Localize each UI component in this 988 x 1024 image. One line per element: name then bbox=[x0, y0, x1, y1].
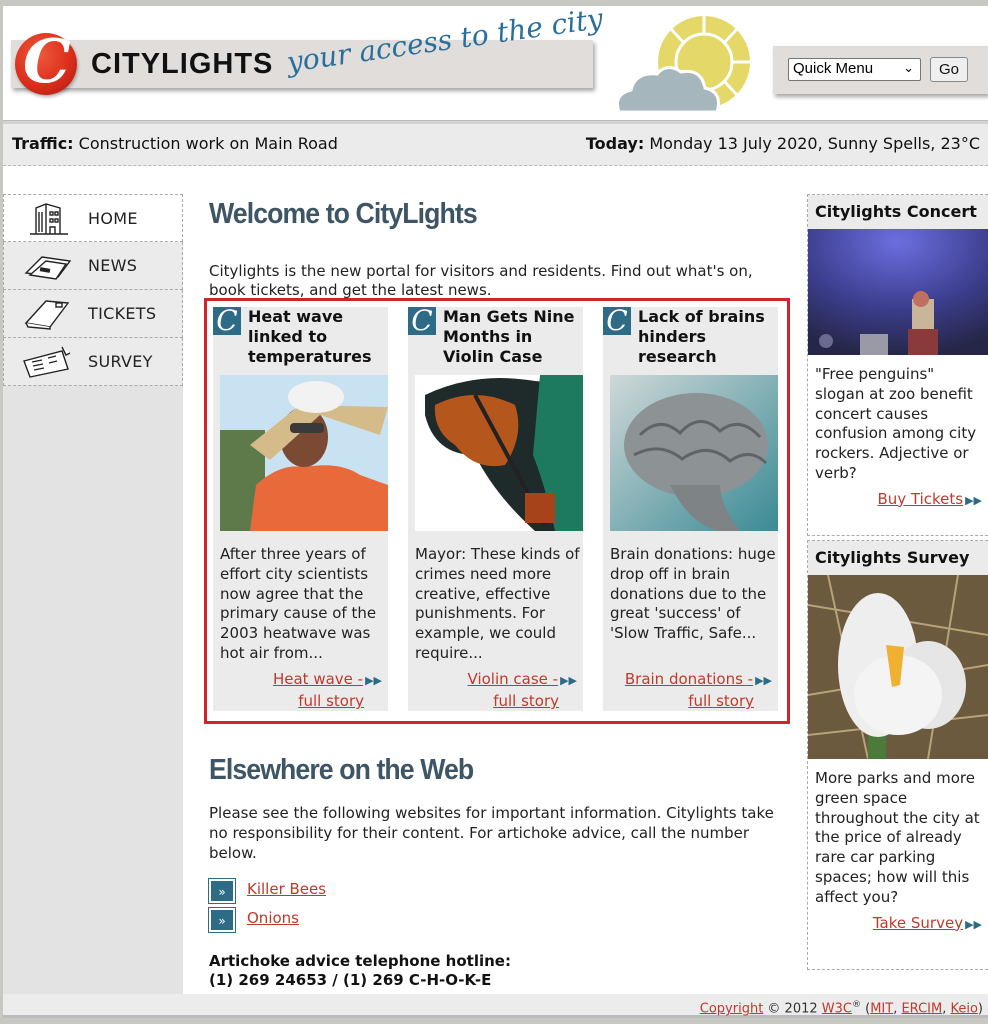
full-story-link-line1[interactable]: Violin case - bbox=[468, 670, 559, 688]
sidebar-item-tickets[interactable]: TICKETS bbox=[3, 290, 183, 338]
keio-link[interactable]: Keio bbox=[950, 1001, 977, 1016]
promo-text: More parks and more green space througho… bbox=[815, 769, 980, 906]
news-summary: After three years of effort city scienti… bbox=[220, 545, 377, 662]
concert-promo: Citylights Concert "Free penguins" sloga… bbox=[807, 194, 988, 536]
promo-title: Citylights Survey bbox=[808, 541, 988, 575]
hotline: Artichoke advice telephone hotline: (1) … bbox=[209, 952, 511, 990]
promo-text: "Free penguins" slogan at zoo benefit co… bbox=[815, 365, 977, 482]
news-full-story-link[interactable]: Violin case - ▶▶ full story bbox=[468, 669, 577, 711]
newspaper-icon bbox=[24, 256, 72, 280]
news-card: C Heat wave linked to temperatures After… bbox=[213, 307, 388, 711]
citylights-c-icon: C bbox=[408, 307, 436, 335]
news-box: C Heat wave linked to temperatures After… bbox=[204, 298, 790, 724]
w3c-link[interactable]: W3C bbox=[822, 1001, 852, 1016]
mit-link[interactable]: MIT bbox=[870, 1001, 893, 1016]
traffic-info: Traffic: Construction work on Main Road bbox=[12, 124, 338, 164]
copyright-link[interactable]: Copyright bbox=[700, 1001, 764, 1016]
today-label: Today: bbox=[585, 134, 645, 153]
full-story-link-line2[interactable]: full story bbox=[688, 692, 754, 710]
today-value: Monday 13 July 2020, Sunny Spells, 23°C bbox=[649, 134, 980, 153]
hotline-label: Artichoke advice telephone hotline: bbox=[209, 952, 511, 970]
ercim-link[interactable]: ERCIM bbox=[901, 1001, 942, 1016]
buy-tickets-link-text[interactable]: Buy Tickets bbox=[877, 490, 963, 508]
sidebar-item-label: TICKETS bbox=[88, 304, 157, 323]
sidebar-item-home[interactable]: HOME bbox=[3, 194, 183, 242]
page: C CITYLIGHTS your access to the city Qui… bbox=[3, 6, 988, 1018]
citylights-c-icon: C bbox=[603, 307, 631, 335]
section-title-elsewhere: Elsewhere on the Web bbox=[209, 754, 474, 786]
take-survey-link-text[interactable]: Take Survey bbox=[873, 914, 963, 932]
news-card: C Man Gets Nine Months in Violin Case Ma… bbox=[408, 307, 583, 711]
go-button[interactable]: Go bbox=[930, 57, 968, 82]
info-bar: Traffic: Construction work on Main Road … bbox=[3, 124, 988, 166]
white-crocus-photo bbox=[807, 574, 988, 760]
page-title: Welcome to CityLights bbox=[209, 198, 478, 230]
double-arrow-icon: ▶▶ bbox=[560, 674, 577, 687]
logo-letter: C bbox=[23, 27, 71, 97]
intro-text: Citylights is the new portal for visitor… bbox=[209, 262, 753, 299]
brain-model-photo bbox=[610, 375, 778, 531]
logo-icon[interactable]: C bbox=[15, 29, 77, 95]
double-arrow-icon: ▶▶ bbox=[365, 674, 382, 687]
sidebar-item-label: NEWS bbox=[88, 256, 138, 275]
traffic-label: Traffic: bbox=[12, 134, 74, 153]
sidebar-item-survey[interactable]: SURVEY bbox=[3, 338, 183, 386]
header: C CITYLIGHTS your access to the city Qui… bbox=[3, 6, 988, 120]
sidebar-item-label: SURVEY bbox=[88, 352, 153, 371]
building-icon bbox=[30, 203, 68, 235]
survey-promo: Citylights Survey More parks and more gr… bbox=[807, 540, 988, 970]
external-link-icon: » bbox=[208, 878, 236, 904]
ticket-icon bbox=[24, 300, 70, 330]
chevron-down-icon: ⌄ bbox=[903, 60, 914, 75]
news-full-story-link[interactable]: Heat wave - ▶▶ full story bbox=[273, 669, 382, 711]
quick-menu-select[interactable]: Quick Menu ⌄ bbox=[788, 58, 921, 81]
full-story-link-line2[interactable]: full story bbox=[298, 692, 364, 710]
external-link-killer-bees[interactable]: Killer Bees bbox=[247, 880, 326, 898]
copyright-text: © 2012 bbox=[763, 1001, 822, 1017]
quick-menu-panel: Quick Menu ⌄ Go bbox=[773, 46, 988, 94]
paren-open: ( bbox=[860, 1001, 871, 1017]
hotline-number: (1) 269 24653 / (1) 269 C-H-O-K-E bbox=[209, 971, 492, 989]
paren-close: ) bbox=[977, 1001, 983, 1017]
full-story-link-line1[interactable]: Heat wave - bbox=[273, 670, 363, 688]
footer: Copyright © 2012 W3C® (MIT, ERCIM, Keio) bbox=[3, 994, 988, 1018]
today-info: Today: Monday 13 July 2020, Sunny Spells… bbox=[586, 124, 980, 164]
buy-tickets-link[interactable]: Buy Tickets ▶▶ bbox=[808, 490, 988, 508]
external-link-icon: » bbox=[208, 907, 236, 933]
clipboard-icon bbox=[23, 346, 71, 378]
citylights-c-icon: C bbox=[213, 307, 241, 335]
sidebar-item-label: HOME bbox=[88, 209, 138, 228]
news-full-story-link[interactable]: Brain donations - ▶▶ full story bbox=[625, 669, 772, 711]
sidebar-item-news[interactable]: NEWS bbox=[3, 242, 183, 290]
traffic-value: Construction work on Main Road bbox=[78, 134, 338, 153]
double-arrow-icon: ▶▶ bbox=[965, 917, 982, 931]
take-survey-link[interactable]: Take Survey ▶▶ bbox=[808, 914, 988, 932]
news-summary: Mayor: These kinds of crimes need more c… bbox=[415, 545, 580, 662]
sun-behind-cloud-icon bbox=[616, 16, 750, 114]
promo-title: Citylights Concert bbox=[808, 195, 988, 229]
news-headline: Lack of brains hinders research bbox=[638, 307, 765, 366]
news-headline: Heat wave linked to temperatures bbox=[248, 307, 372, 366]
news-card: C Lack of brains hinders research Brain … bbox=[603, 307, 778, 711]
sidebar: HOME NEWS TICKETS SURVEY bbox=[3, 194, 183, 994]
quick-menu-selected: Quick Menu bbox=[793, 60, 874, 77]
registered-mark: ® bbox=[851, 1000, 861, 1010]
man-with-cardboard-hat-photo bbox=[220, 375, 388, 531]
elsewhere-text: Please see the following websites for im… bbox=[209, 804, 774, 862]
concert-stage-photo bbox=[808, 229, 988, 355]
news-headline: Man Gets Nine Months in Violin Case bbox=[443, 307, 575, 366]
double-arrow-icon: ▶▶ bbox=[965, 493, 982, 507]
external-link-onions[interactable]: Onions bbox=[247, 909, 299, 927]
double-arrow-icon: ▶▶ bbox=[755, 674, 772, 687]
full-story-link-line1[interactable]: Brain donations - bbox=[625, 670, 753, 688]
violin-in-case-photo bbox=[415, 375, 583, 531]
full-story-link-line2[interactable]: full story bbox=[493, 692, 559, 710]
news-summary: Brain donations: huge drop off in brain … bbox=[610, 545, 776, 643]
logo-text[interactable]: CITYLIGHTS bbox=[91, 48, 273, 81]
